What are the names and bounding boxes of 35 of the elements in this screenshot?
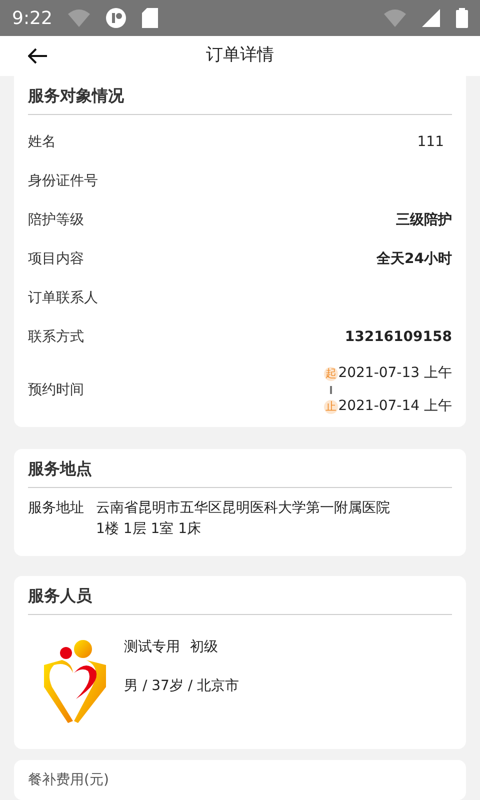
sd-card-icon xyxy=(142,8,158,28)
start-time: 2021-07-13 上午 xyxy=(338,364,452,383)
section-title: 服务地点 xyxy=(28,459,92,478)
wifi-off-icon xyxy=(384,9,406,27)
row-label: 项目内容 xyxy=(28,250,84,269)
status-time: 9:22 xyxy=(12,6,52,30)
row-value: 全天24小时 xyxy=(376,250,452,269)
row-label: 订单联系人 xyxy=(28,289,98,308)
row-label: 姓名 xyxy=(28,133,56,152)
row-label: 身份证件号 xyxy=(28,172,98,191)
row-label: 联系方式 xyxy=(28,328,84,347)
staff-info: 男 / 37岁 / 北京市 xyxy=(124,677,240,696)
end-time: 2021-07-14 上午 xyxy=(338,397,452,416)
end-tag: 止 xyxy=(324,400,338,414)
section-title: 服务人员 xyxy=(28,586,92,605)
heart-logo-icon xyxy=(42,639,108,723)
address-text: 云南省昆明市五华区昆明医科大学第一附属医院 xyxy=(96,499,390,518)
row-value: 13216109158 xyxy=(344,328,452,347)
row-label: 陪护等级 xyxy=(28,211,84,230)
staff-name: 测试专用 xyxy=(124,638,180,657)
row-label: 预约时间 xyxy=(28,380,84,400)
start-tag: 起 xyxy=(324,366,338,380)
app-icon xyxy=(106,8,126,28)
row-value: 三级陪护 xyxy=(396,210,452,230)
row-value: 111 xyxy=(417,133,445,152)
fee-label: 餐补费用(元) xyxy=(28,770,109,790)
battery-icon xyxy=(456,8,468,28)
signal-icon xyxy=(422,9,440,27)
wifi-icon xyxy=(68,9,90,27)
address-detail: 1楼 1层 1室 1床 xyxy=(96,520,202,539)
back-arrow-icon xyxy=(28,48,48,64)
section-title: 服务对象情况 xyxy=(28,86,124,105)
address-label: 服务地址 xyxy=(28,499,84,518)
staff-level: 初级 xyxy=(190,638,218,657)
page-title: 订单详情 xyxy=(206,44,274,68)
